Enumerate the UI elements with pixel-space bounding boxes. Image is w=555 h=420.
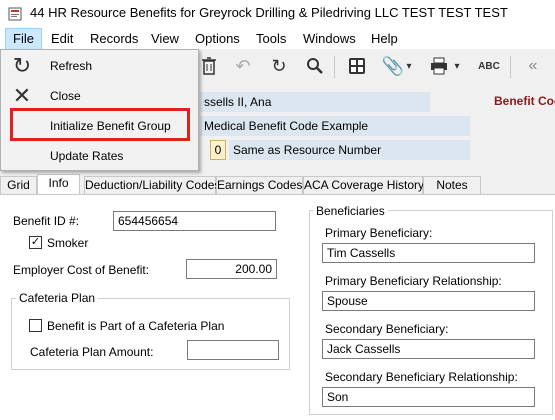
beneficiaries-title: Beneficiaries <box>313 204 388 218</box>
cafeteria-plan-checkbox[interactable] <box>29 319 42 332</box>
chevron-down-icon[interactable]: ▾ <box>404 55 414 77</box>
menu-tools[interactable]: Tools <box>249 28 293 49</box>
secondary-beneficiary-relationship-input[interactable]: Son <box>322 387 535 407</box>
undo-icon[interactable]: ↶ <box>232 55 254 77</box>
cafeteria-plan-amount-label: Cafeteria Plan Amount: <box>30 345 154 359</box>
toolbar-separator <box>334 56 335 78</box>
primary-beneficiary-input[interactable]: Tim Cassells <box>322 243 535 263</box>
smoker-label: Smoker <box>47 236 89 250</box>
file-menu-item-close[interactable]: ✕ Close <box>2 81 198 111</box>
menu-windows[interactable]: Windows <box>296 28 363 49</box>
menu-view[interactable]: View <box>144 28 186 49</box>
search-icon[interactable] <box>304 55 326 77</box>
file-menu-label-close: Close <box>50 89 81 103</box>
toolbar-separator <box>510 56 511 78</box>
calculator-icon[interactable] <box>346 55 368 77</box>
refresh-icon: ↻ <box>12 53 32 78</box>
refresh-icon[interactable]: ↻ <box>268 55 290 77</box>
double-chevron-left-icon[interactable]: « <box>522 55 544 77</box>
chevron-down-icon[interactable]: ▾ <box>452 55 462 77</box>
tab-deduction-liability-codes[interactable]: Deduction/Liability Codes <box>84 176 220 194</box>
attachment-icon[interactable]: 📎 <box>382 55 404 77</box>
menu-records[interactable]: Records <box>83 28 145 49</box>
secondary-beneficiary-label: Secondary Beneficiary: <box>325 322 449 336</box>
sequence-description-field: Same as Resource Number <box>229 140 470 160</box>
tab-aca-coverage-history[interactable]: ACA Coverage History <box>303 176 424 194</box>
app-icon <box>8 7 22 21</box>
cafeteria-plan-title: Cafeteria Plan <box>16 291 99 305</box>
printer-icon[interactable] <box>428 55 450 77</box>
tab-info[interactable]: Info <box>37 174 80 195</box>
highlight-annotation <box>10 108 190 141</box>
delete-icon[interactable] <box>198 55 220 77</box>
menu-help[interactable]: Help <box>364 28 405 49</box>
smoker-checkbox[interactable]: ✓ <box>29 236 42 249</box>
employer-cost-label: Employer Cost of Benefit: <box>13 263 150 277</box>
file-menu-label-update-rates: Update Rates <box>50 149 124 163</box>
close-icon: ✕ <box>12 83 32 108</box>
primary-beneficiary-label: Primary Beneficiary: <box>325 226 433 240</box>
secondary-beneficiary-input[interactable]: Jack Cassells <box>322 339 535 359</box>
checkmark-icon: ✓ <box>30 236 41 248</box>
cafeteria-plan-amount-input[interactable] <box>187 340 279 360</box>
menu-bar: File Edit Records View Options Tools Win… <box>0 28 555 49</box>
menu-edit[interactable]: Edit <box>44 28 80 49</box>
employer-cost-input[interactable]: 200.00 <box>186 259 277 279</box>
resource-name-field: ssells II, Ana <box>200 92 430 112</box>
tab-grid[interactable]: Grid <box>0 176 37 194</box>
file-menu-label-refresh: Refresh <box>50 59 93 73</box>
file-menu-item-refresh[interactable]: ↻ Refresh <box>2 51 198 81</box>
benefit-description-field: Medical Benefit Code Example <box>200 116 470 136</box>
title-bar: 44 HR Resource Benefits for Greyrock Dri… <box>0 0 555 28</box>
sequence-field[interactable]: 0 <box>210 140 226 160</box>
benefit-id-input[interactable]: 654456654 <box>113 211 276 231</box>
cafeteria-plan-checkbox-label: Benefit is Part of a Cafeteria Plan <box>47 319 225 333</box>
menu-file[interactable]: File <box>5 28 42 49</box>
window-title: 44 HR Resource Benefits for Greyrock Dri… <box>30 5 508 20</box>
file-menu-item-update-rates[interactable]: Update Rates <box>2 141 198 171</box>
benefit-id-label: Benefit ID #: <box>13 214 80 228</box>
secondary-beneficiary-relationship-label: Secondary Beneficiary Relationship: <box>325 370 518 384</box>
benefit-code-label: Benefit Cod <box>494 94 555 108</box>
tab-notes[interactable]: Notes <box>423 176 481 194</box>
primary-beneficiary-relationship-input[interactable]: Spouse <box>322 291 535 311</box>
tab-earnings-codes[interactable]: Earnings Codes <box>216 176 303 194</box>
spellcheck-icon[interactable]: ABC <box>478 55 500 77</box>
primary-beneficiary-relationship-label: Primary Beneficiary Relationship: <box>325 274 502 288</box>
menu-options[interactable]: Options <box>188 28 247 49</box>
beneficiaries-group <box>309 210 553 415</box>
